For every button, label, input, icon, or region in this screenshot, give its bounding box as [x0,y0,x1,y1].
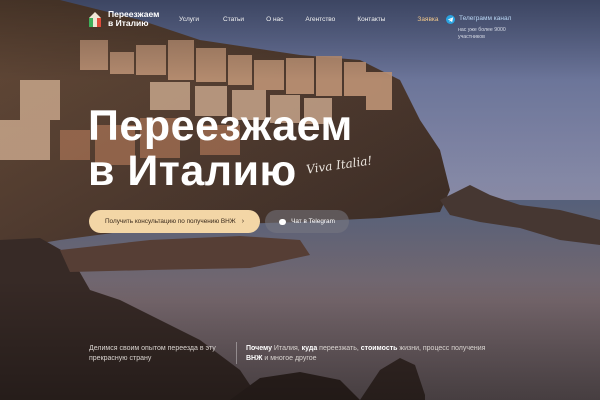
telegram-icon [446,15,455,24]
topic-why: Почему [246,345,272,352]
nav-item-articles[interactable]: Статьи [223,16,244,23]
nav-item-agency[interactable]: Агентство [305,16,335,23]
nav-item-request[interactable]: Заявка [417,16,438,23]
divider [236,342,237,364]
chat-bubble-icon [279,218,287,225]
intro-text: Делимся своим опытом переезда в эту прек… [89,345,216,362]
hero-title-line-1: Переезжаем [88,102,353,150]
topics-text-part-2: переезжать, [317,345,361,352]
logo[interactable]: Переезжаем в Италию [88,10,168,28]
main-nav: Услуги Статьи О нас Агентство Контакты З… [179,16,463,23]
topic-where: куда [301,345,318,352]
topics-text-part-3: жизни, процесс получения [397,345,486,352]
hero-background-image [0,0,600,400]
telegram-channel-label: Телеграмм канал [459,15,512,22]
logo-line-2: в Италию [108,18,149,28]
telegram-channel-link[interactable]: Телеграмм канал [446,15,511,24]
topics-text: Почему Италия, куда переезжать, стоимост… [246,344,496,364]
topic-residence-permit: ВНЖ [246,355,263,362]
logo-text: Переезжаем в Италию [108,10,168,28]
topic-cost: стоимость [360,345,398,352]
telegram-chat-button-label: Чат в Telegram [291,218,335,225]
nav-item-contacts[interactable]: Контакты [357,16,385,23]
landing-page: Переезжаем в Италию Услуги Статьи О нас … [0,0,600,400]
chevron-right-icon: › [241,218,245,225]
telegram-subscribers-note: нас уже более 9000 участников [458,27,506,40]
nav-item-about[interactable]: О нас [266,16,283,23]
site-header: Переезжаем в Италию Услуги Статьи О нас … [0,0,600,44]
hero-title: Переезжаем в Италию [88,104,353,194]
telegram-chat-button[interactable]: Чат в Telegram [265,210,349,233]
topics-text-part-4: и многое другое [262,355,317,362]
house-logo-icon [89,12,101,27]
nav-item-services[interactable]: Услуги [179,16,199,23]
consultation-button-label: Получить консультацию по получению ВНЖ [104,218,236,225]
consultation-button[interactable]: Получить консультацию по получению ВНЖ › [89,210,260,233]
topics-text-part-1: Италия, [271,345,302,352]
